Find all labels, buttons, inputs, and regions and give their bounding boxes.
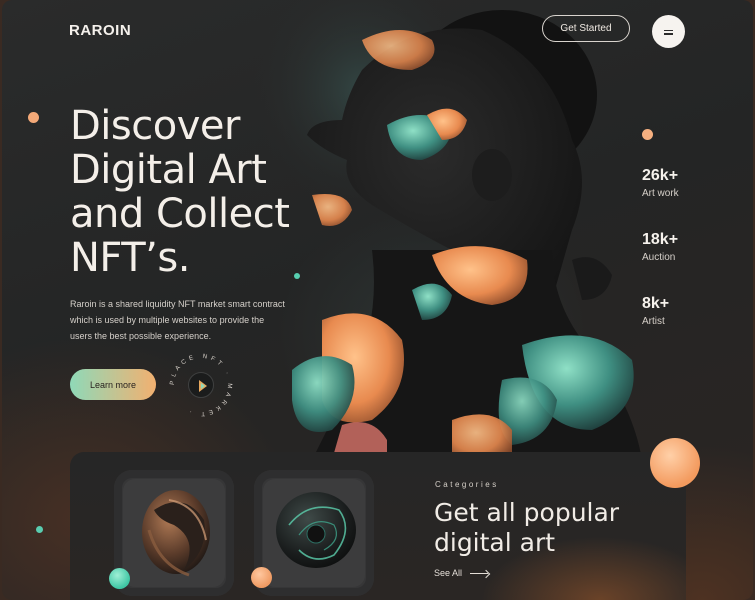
menu-button[interactable] (652, 15, 685, 48)
categories-title-line: digital art (434, 527, 556, 557)
stat-label: Artist (642, 316, 665, 327)
play-icon[interactable] (188, 372, 214, 398)
get-started-button[interactable]: Get Started (542, 15, 630, 42)
hero-description: Raroin is a shared liquidity NFT market … (70, 299, 285, 341)
stat-artwork: 26k+ Art work (642, 167, 679, 199)
see-all-label: See All (434, 568, 463, 578)
learn-more-button[interactable]: Learn more (70, 369, 156, 400)
hero-title-line: and Collect (70, 191, 290, 237)
categories-title-line: Get all popular (434, 498, 620, 527)
stat-label: Auction (642, 252, 676, 263)
page-frame: RAROIN Get Started Discover Digital Art … (2, 0, 753, 600)
categories-card: Categories Get all popular digital art S… (70, 452, 686, 600)
categories-eyebrow: Categories (435, 480, 499, 489)
categories-title: Get all popular digital art (434, 498, 674, 557)
hero-title-line: NFT’s. (70, 235, 190, 281)
see-all-link[interactable]: See All (434, 568, 489, 578)
brand-logo[interactable]: RAROIN (69, 22, 131, 39)
nft-market-play-badge[interactable]: PLACE NFT · MARKET · (168, 352, 234, 418)
stat-value: 26k+ (642, 167, 679, 184)
decor-dot-orange (28, 112, 39, 123)
hero-title-line: Discover (70, 103, 240, 149)
hero-title: Discover Digital Art and Collect NFT’s. (70, 104, 370, 280)
dark-sculpture-image (276, 492, 356, 568)
hero-title-line: Digital Art (70, 147, 267, 193)
artwork-tile-dark[interactable] (254, 470, 374, 596)
stat-value: 18k+ (642, 231, 679, 248)
bronze-sculpture-image (142, 490, 210, 577)
stat-auction: 18k+ Auction (642, 231, 678, 263)
artwork-tile-bronze[interactable] (114, 470, 234, 596)
arrow-right-icon (470, 573, 489, 575)
stat-artist: 8k+ Artist (642, 295, 669, 327)
stat-label: Art work (642, 188, 679, 199)
stat-value: 8k+ (642, 295, 670, 312)
decor-orb-teal (109, 568, 130, 589)
decor-orb-orange (650, 438, 700, 488)
decor-dot-teal (36, 526, 43, 533)
decor-orb-orange (251, 567, 272, 588)
